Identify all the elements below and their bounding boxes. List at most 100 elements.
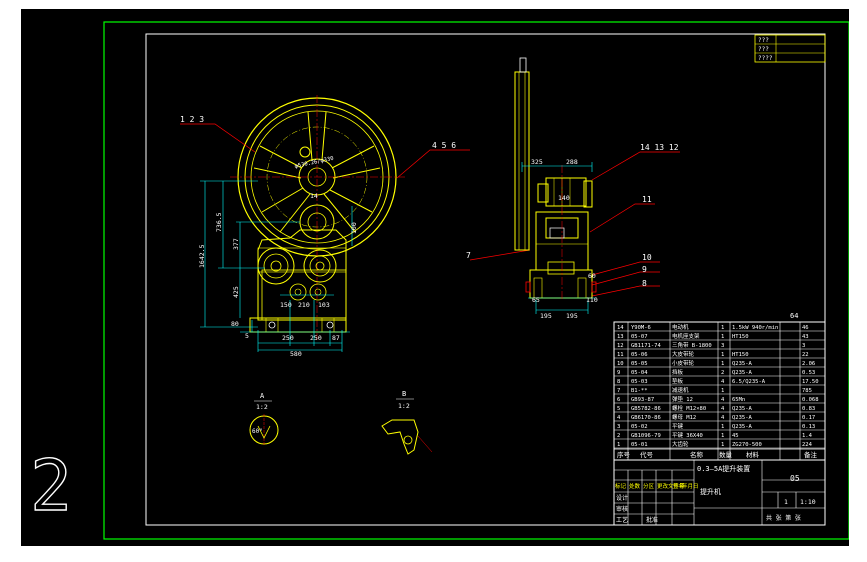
bom-header-cell: 备注	[804, 450, 818, 459]
bom-header-cell: 名称	[690, 450, 704, 459]
bom-cell: Q235-A	[732, 415, 753, 421]
bom-cell: 挡板	[672, 368, 684, 376]
sheet-info: 共 张 第 张	[766, 514, 801, 522]
bom-cell: 1.5kW 940r/min	[732, 325, 778, 331]
bom-cell: 1	[721, 325, 724, 331]
bom-cell: 4	[721, 406, 725, 412]
quantity: 1	[784, 498, 788, 506]
cad-viewport[interactable]: 2 ??? ??? ???? 1642.5 736.5 377 425 80 5…	[21, 9, 849, 546]
bom-header-cell: 数量	[719, 450, 733, 459]
dim-580: 580	[290, 350, 302, 358]
bom-header-cell: 序号	[617, 450, 631, 459]
bom-cell: 大皮带轮	[672, 350, 695, 358]
dim-100: 100	[350, 222, 358, 234]
bom-cell: 0.13	[802, 424, 815, 430]
bom-cell: 8	[617, 379, 620, 385]
bom-cell: 三角带 B-1800	[672, 341, 712, 349]
bom-cell: 05-06	[631, 352, 648, 358]
bom-cell: 3	[802, 343, 805, 349]
project-name: 提升机	[700, 487, 721, 496]
bom-cell: 14	[617, 325, 624, 331]
bom-cell: 45	[732, 433, 739, 439]
bom-cell: GB1171-74	[631, 343, 661, 349]
bom-header-cell: 材料	[746, 450, 760, 459]
dim-14: 14	[310, 192, 318, 200]
revision-row: ???	[758, 37, 769, 44]
bom-cell: 6	[617, 397, 620, 403]
title-labels: 标记 处数 分区 更改文件号签名年月日	[615, 482, 699, 490]
dim-150: 150	[280, 301, 292, 309]
outer-frame	[103, 21, 849, 540]
callout-11: 11	[642, 195, 652, 204]
bom-cell: 垫板	[672, 377, 684, 385]
bom-cell: 05-04	[631, 370, 648, 376]
pitch-diameter: φ530.26/φ330	[294, 156, 334, 170]
callout-1-2-3: 1 2 3	[180, 115, 204, 124]
detail-a: A 1:2 60°	[249, 392, 279, 446]
title-role: 设计	[616, 494, 628, 502]
dim-87: 87	[332, 334, 340, 342]
bom-cell: Q235-A	[732, 424, 753, 430]
bom-cell: 1	[721, 433, 724, 439]
callout-10: 10	[642, 253, 652, 262]
bom-cell: 螺栓 M12×80	[672, 404, 706, 412]
bom-cell: 13	[617, 334, 624, 340]
bom-cell: Q235-A	[732, 406, 753, 412]
dim-736: 736.5	[215, 212, 223, 232]
dim-103: 103	[318, 301, 330, 309]
dim-195a: 195	[540, 312, 552, 320]
bom-table: 64 14 Y90M-6 电动机 1 1.5kW 940r/min 4613 05-07 电机…	[613, 312, 826, 461]
bom-cell: 减速机	[672, 386, 689, 394]
bom-cell: 785	[802, 388, 812, 394]
bom-cell: 9	[617, 370, 620, 376]
bom-cell: Y90M-6	[631, 325, 651, 331]
callout-7: 7	[466, 251, 471, 260]
title-label: 标记	[615, 482, 627, 490]
bom-cell: 2.06	[802, 361, 815, 367]
dim-1642: 1642.5	[198, 244, 206, 268]
revision-block: ??? ??? ????	[754, 34, 826, 63]
bom-cell: 4	[721, 415, 725, 421]
detail-a-scale: 1:2	[256, 403, 268, 411]
bom-cell: 3	[721, 343, 724, 349]
detail-a-letter: A	[260, 392, 265, 400]
bom-cell: 05-01	[631, 442, 648, 448]
bom-cell: B1-**	[631, 388, 648, 394]
bom-cell: HT150	[732, 334, 749, 340]
callout-14-13-12: 14 13 12	[640, 143, 679, 152]
bom-cell: 43	[802, 334, 809, 340]
title-role: 审核	[616, 505, 628, 513]
bom-top-value: 64	[790, 312, 798, 320]
bom-cell: GB6170-86	[631, 415, 661, 421]
dim-195b: 195	[566, 312, 578, 320]
detail-b-scale: 1:2	[398, 402, 410, 410]
bom-cell: 05-05	[631, 361, 648, 367]
bom-cell: 12	[617, 343, 624, 349]
bom-cell: 1	[721, 334, 724, 340]
bom-cell: 7	[617, 388, 620, 394]
bom-cell: 大齿轮	[672, 440, 689, 448]
bom-cell: 0.068	[802, 397, 819, 403]
callout-9: 9	[642, 265, 647, 274]
bom-cell: 1	[721, 352, 724, 358]
bom-cell: 46	[802, 325, 809, 331]
bom-cell: GB5782-86	[631, 406, 661, 412]
detail-b-letter: B	[402, 390, 406, 398]
leaders	[180, 123, 680, 297]
detail-b: B 1:2	[381, 390, 433, 455]
dim-65: 65	[532, 296, 540, 304]
bom-cell: ZG270-500	[732, 442, 762, 448]
drawing-code: 05	[790, 474, 800, 483]
bom-cell: 1	[721, 424, 724, 430]
bom-header-cell: 代号	[640, 450, 654, 459]
bom-cell: 2	[721, 370, 724, 376]
callout-8: 8	[642, 279, 647, 288]
bom-cell: 224	[802, 442, 813, 448]
bom-cell: 1	[721, 442, 724, 448]
drawing-title: 0.3—5A提升装置	[697, 464, 750, 473]
drawing-sheet: 2 ??? ??? ???? 1642.5 736.5 377 425 80 5…	[29, 21, 849, 540]
dim-5: 5	[245, 332, 249, 340]
bom-cell: HT150	[732, 352, 749, 358]
bom-header: 序号 代号 名称 数量 材料 备注	[617, 450, 818, 459]
scale: 1:10	[800, 498, 816, 506]
